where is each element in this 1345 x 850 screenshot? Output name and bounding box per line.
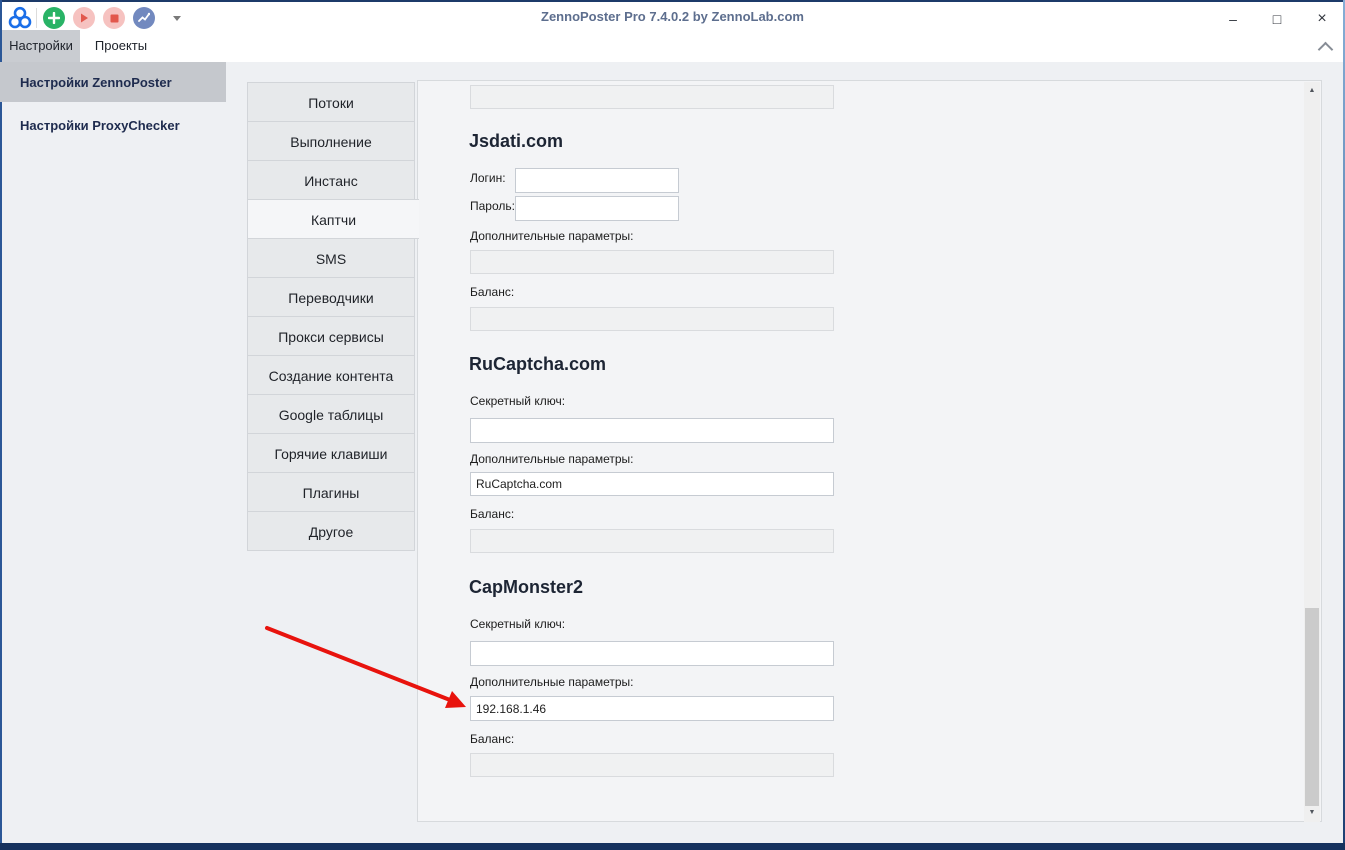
- sidebar-item-label: Настройки ProxyChecker: [20, 118, 180, 133]
- window-border-bottom: [0, 843, 1345, 850]
- sidebar-item-zennoposter-settings[interactable]: Настройки ZennoPoster: [0, 62, 226, 102]
- balance-field: [470, 85, 834, 109]
- scroll-up-icon[interactable]: ▲: [1304, 84, 1320, 98]
- sidebar-item-proxychecker-settings[interactable]: Настройки ProxyChecker: [0, 102, 226, 148]
- secret-key-input[interactable]: [470, 418, 834, 443]
- main-tabstrip: Настройки Проекты: [2, 30, 1343, 62]
- vertical-scrollbar[interactable]: ▲ ▼: [1304, 82, 1320, 822]
- settings-tab-sms[interactable]: SMS: [247, 238, 415, 278]
- settings-tab-hotkeys[interactable]: Горячие клавиши: [247, 433, 415, 473]
- window-title: ZennoPoster Pro 7.4.0.2 by ZennoLab.com: [2, 9, 1343, 24]
- section-heading-capmonster2: CapMonster2: [469, 577, 583, 598]
- scroll-down-icon[interactable]: ▼: [1304, 806, 1320, 820]
- balance-label: Баланс:: [470, 285, 514, 299]
- settings-tab-other[interactable]: Другое: [247, 511, 415, 551]
- close-button[interactable]: ×: [1307, 8, 1337, 28]
- sidebar-item-label: Настройки ZennoPoster: [20, 75, 172, 90]
- secret-key-label: Секретный ключ:: [470, 394, 565, 408]
- login-label: Логин:: [470, 171, 506, 185]
- additional-params-label: Дополнительные параметры:: [470, 675, 634, 689]
- additional-params-input: [470, 250, 834, 274]
- settings-tab-google-sheets[interactable]: Google таблицы: [247, 394, 415, 434]
- settings-tab-content-creation[interactable]: Создание контента: [247, 355, 415, 395]
- balance-label: Баланс:: [470, 507, 514, 521]
- settings-tab-execution[interactable]: Выполнение: [247, 121, 415, 161]
- settings-tab-proxy-services[interactable]: Прокси сервисы: [247, 316, 415, 356]
- capmonster-host-input[interactable]: [470, 696, 834, 721]
- additional-params-label: Дополнительные параметры:: [470, 229, 634, 243]
- balance-field: [470, 529, 834, 553]
- balance-field: [470, 307, 834, 331]
- balance-field: [470, 753, 834, 777]
- additional-params-input[interactable]: [470, 472, 834, 496]
- login-input[interactable]: [515, 168, 679, 193]
- titlebar: ZennoPoster Pro 7.4.0.2 by ZennoLab.com …: [2, 2, 1343, 30]
- password-input[interactable]: [515, 196, 679, 221]
- settings-tab-instance[interactable]: Инстанс: [247, 160, 415, 200]
- secret-key-input[interactable]: [470, 641, 834, 666]
- chevron-up-icon[interactable]: [1318, 42, 1334, 58]
- password-label: Пароль:: [470, 199, 515, 213]
- balance-label: Баланс:: [470, 732, 514, 746]
- maximize-button[interactable]: □: [1262, 8, 1292, 28]
- secret-key-label: Секретный ключ:: [470, 617, 565, 631]
- tab-projects[interactable]: Проекты: [80, 30, 162, 62]
- settings-tab-captchas[interactable]: Каптчи: [247, 199, 419, 239]
- minimize-button[interactable]: –: [1218, 8, 1248, 28]
- settings-tab-translators[interactable]: Переводчики: [247, 277, 415, 317]
- scrollbar-thumb[interactable]: [1305, 608, 1319, 806]
- section-heading-rucaptcha: RuCaptcha.com: [469, 354, 606, 375]
- section-heading-jsdati: Jsdati.com: [469, 131, 563, 152]
- additional-params-label: Дополнительные параметры:: [470, 452, 634, 466]
- settings-tab-plugins[interactable]: Плагины: [247, 472, 415, 512]
- tab-settings[interactable]: Настройки: [2, 30, 80, 62]
- settings-tab-threads[interactable]: Потоки: [247, 82, 415, 122]
